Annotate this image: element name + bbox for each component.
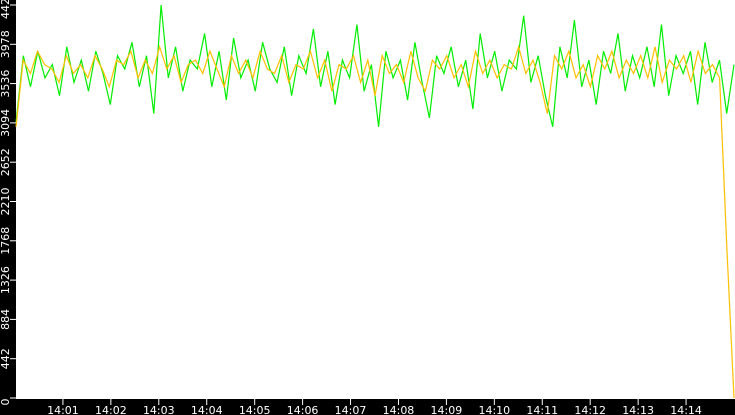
line-chart: 044288413261768221026523094353639784420 … — [0, 0, 735, 415]
x-tick-label: 14:13 — [622, 404, 654, 415]
x-tick-label: 14:09 — [431, 404, 463, 415]
x-tick-label: 14:05 — [239, 404, 271, 415]
x-tick-label: 14:04 — [191, 404, 223, 415]
y-tick-label: 4420 — [0, 0, 12, 19]
y-tick-label: 1326 — [0, 266, 12, 294]
x-tick-label: 14:10 — [478, 404, 510, 415]
y-tick-label: 3536 — [0, 70, 12, 98]
x-tick-label: 14:02 — [95, 404, 127, 415]
x-tick-label: 14:01 — [47, 404, 79, 415]
x-tick-label: 14:11 — [526, 404, 558, 415]
x-tick-label: 14:08 — [383, 404, 415, 415]
x-tick-label: 14:03 — [143, 404, 175, 415]
x-tick-label: 14:07 — [335, 404, 367, 415]
y-tick-label: 2652 — [0, 148, 12, 176]
y-tick-label: 2210 — [0, 188, 12, 216]
y-tick-label: 3094 — [0, 109, 12, 137]
plot-area — [16, 0, 735, 399]
y-tick-label: 0 — [0, 399, 12, 406]
x-tick-label: 14:06 — [287, 404, 319, 415]
x-tick-label: 14:14 — [670, 404, 702, 415]
y-tick-label: 1768 — [0, 227, 12, 255]
x-tick-label: 14:12 — [574, 404, 606, 415]
y-tick-label: 442 — [0, 348, 12, 369]
y-tick-label: 884 — [0, 309, 12, 330]
y-tick-label: 3978 — [0, 30, 12, 58]
